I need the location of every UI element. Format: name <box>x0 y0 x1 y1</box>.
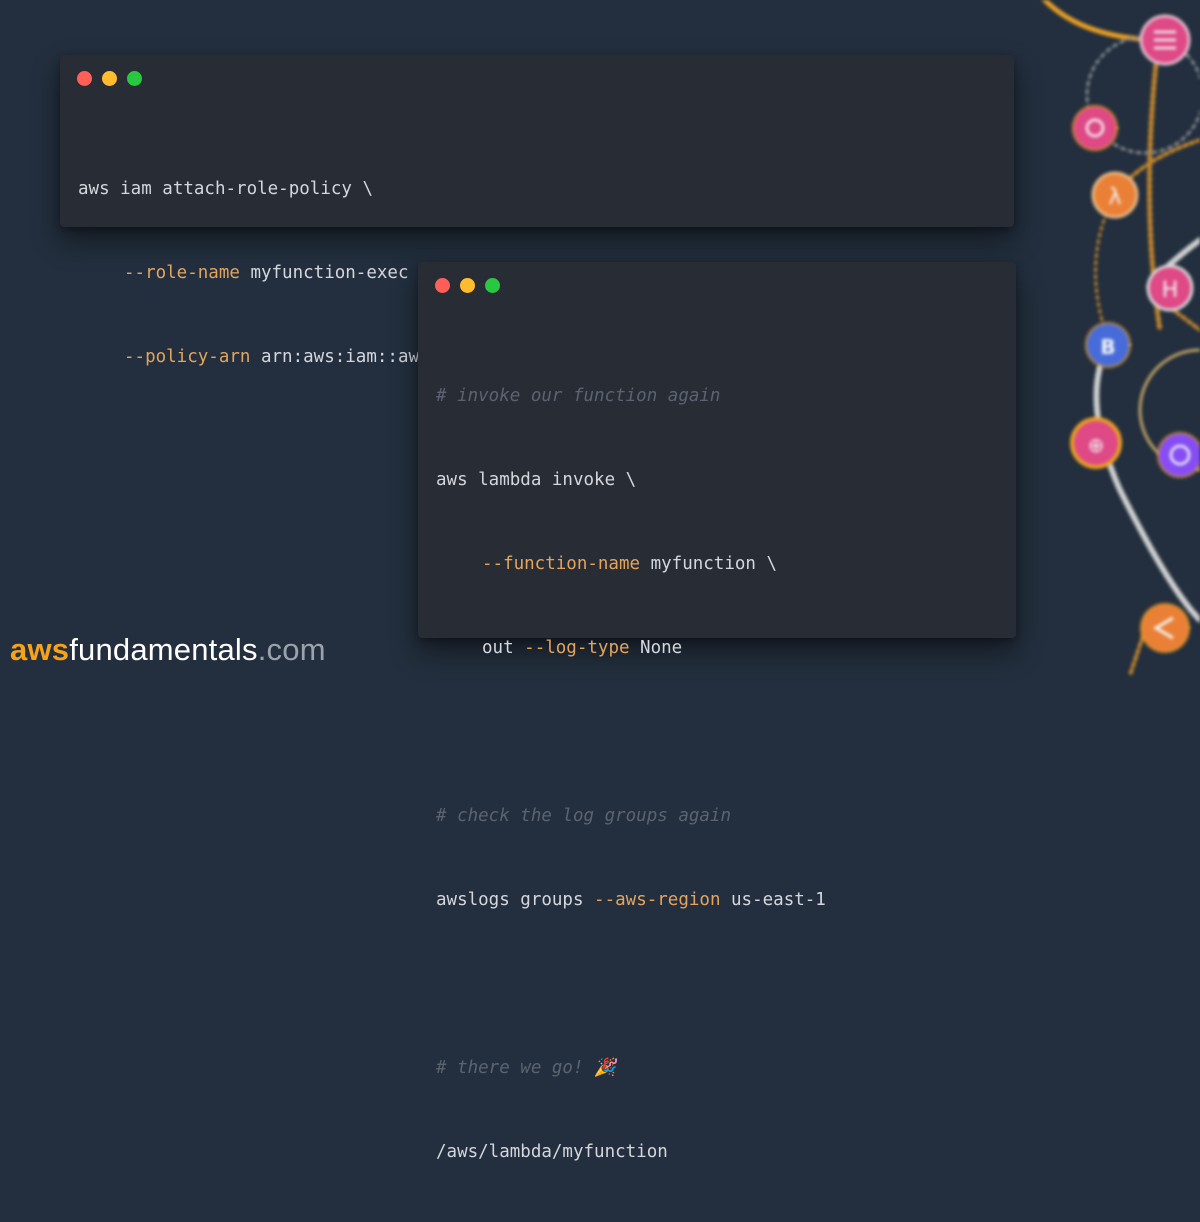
code-comment: # there we go! 🎉 <box>436 1058 616 1078</box>
argument-text: None <box>629 638 683 658</box>
flag-aws-region: --aws-region <box>594 890 721 910</box>
code-line: out --log-type None <box>436 634 826 662</box>
code-line: awslogs groups --aws-region us-east-1 <box>436 886 826 914</box>
edge-icon <box>1139 602 1191 654</box>
code-comment: # invoke our function again <box>436 386 721 406</box>
terminal-window-invoke: # invoke our function again aws lambda i… <box>418 262 1016 1162</box>
command-text: awslogs groups <box>436 890 595 910</box>
argument-text: us-east-1 <box>720 890 826 910</box>
brand-com: .com <box>257 632 326 667</box>
command-text: aws lambda invoke \ <box>436 470 637 490</box>
glue-icon <box>1139 14 1191 66</box>
terminal-window-attach-policy: aws iam attach-role-policy \ --role-name… <box>60 55 1014 367</box>
code-comment: # check the log groups again <box>436 806 732 826</box>
close-dot-icon[interactable] <box>435 278 450 293</box>
background-service-graph: λ H B ⊕ <box>1041 0 1200 675</box>
svg-text:λ: λ <box>1108 185 1121 210</box>
code-line: aws lambda invoke \ <box>436 466 826 494</box>
svg-text:H: H <box>1162 278 1179 303</box>
output-text: /aws/lambda/myfunction <box>436 1142 668 1162</box>
eventbridge-icon <box>1071 104 1119 152</box>
window-controls <box>77 71 142 86</box>
code-line: # check the log groups again <box>436 802 826 830</box>
flag-log-type: --log-type <box>524 638 630 658</box>
maximize-dot-icon[interactable] <box>485 278 500 293</box>
hsm-icon: H <box>1146 264 1194 312</box>
brand-fundamentals: fundamentals <box>69 632 258 667</box>
code-line: # invoke our function again <box>436 382 826 410</box>
vpc-icon <box>1156 431 1200 479</box>
lambda-icon: λ <box>1091 171 1139 219</box>
code-line: --function-name myfunction \ <box>436 550 826 578</box>
beanstalk-icon: B <box>1084 321 1132 369</box>
flag-role-name: --role-name <box>124 263 240 283</box>
window-controls <box>435 278 500 293</box>
command-text: aws iam attach-role-policy \ <box>78 179 374 199</box>
flag-policy-arn: --policy-arn <box>124 347 251 367</box>
code-line: aws iam attach-role-policy \ <box>78 175 935 203</box>
argument-text: myfunction \ <box>640 554 778 574</box>
close-dot-icon[interactable] <box>77 71 92 86</box>
svg-text:B: B <box>1100 335 1115 359</box>
iot-icon: ⊕ <box>1070 417 1122 469</box>
minimize-dot-icon[interactable] <box>460 278 475 293</box>
flag-function-name: --function-name <box>482 554 641 574</box>
code-line: # there we go! 🎉 <box>436 1054 826 1082</box>
argument-text: out <box>482 638 525 658</box>
code-block: # invoke our function again aws lambda i… <box>436 326 826 1222</box>
svg-text:⊕: ⊕ <box>1088 433 1105 457</box>
minimize-dot-icon[interactable] <box>102 71 117 86</box>
argument-text: myfunction-exec \ <box>239 263 430 283</box>
brand-aws: aws <box>10 632 70 667</box>
graph-edge <box>1093 342 1200 623</box>
brand-logo: awsfundamentals.com <box>10 630 326 670</box>
code-line: /aws/lambda/myfunction <box>436 1138 826 1166</box>
maximize-dot-icon[interactable] <box>127 71 142 86</box>
